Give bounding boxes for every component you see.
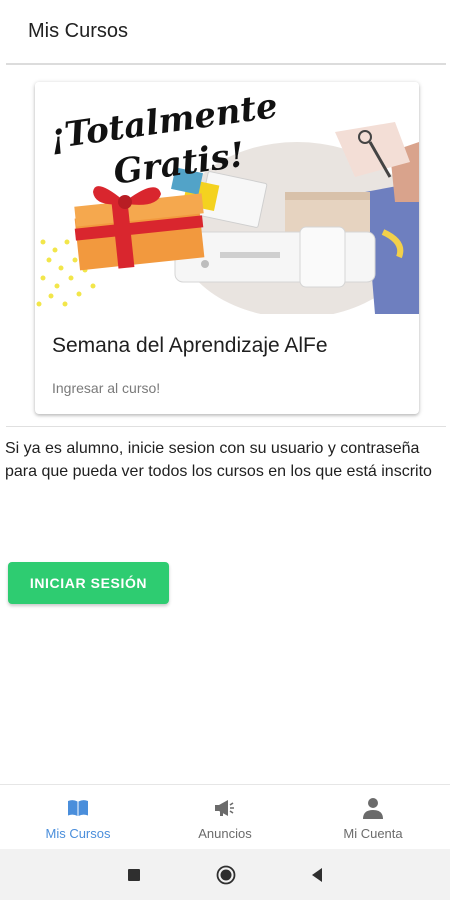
page-title: Mis Cursos: [28, 20, 129, 42]
book-icon: [68, 800, 88, 816]
app-screen: Mis Cursos ¡Totalmente Gratis! Semana de…: [0, 0, 450, 900]
home-circle-icon[interactable]: [216, 865, 236, 885]
course-title: Semana del Aprendizaje AlFe: [52, 334, 328, 357]
recents-square-icon[interactable]: [124, 865, 144, 885]
back-triangle-icon[interactable]: [308, 865, 328, 885]
enter-course-link[interactable]: Ingresar al curso!: [52, 380, 160, 396]
megaphone-icon: [215, 800, 234, 816]
content-divider: [6, 426, 446, 427]
nav-item-anuncios[interactable]: Anuncios: [150, 785, 300, 849]
login-button[interactable]: INICIAR SESIÓN: [8, 562, 169, 604]
nav-label: Anuncios: [198, 826, 252, 841]
app-bar-divider: [6, 63, 446, 65]
bottom-navigation: Mis Cursos Anuncios Mi Cuenta: [0, 784, 450, 848]
person-icon: [363, 798, 383, 819]
nav-label: Mi Cuenta: [343, 826, 403, 841]
course-card[interactable]: ¡Totalmente Gratis! Semana del Aprendiza…: [35, 82, 419, 414]
system-navigation-bar: [0, 849, 450, 900]
nav-item-mi-cuenta[interactable]: Mi Cuenta: [298, 785, 448, 849]
app-bar: Mis Cursos: [0, 0, 450, 64]
nav-label: Mis Cursos: [45, 826, 111, 841]
nav-item-mis-cursos[interactable]: Mis Cursos: [3, 785, 153, 849]
course-banner-image: ¡Totalmente Gratis!: [35, 82, 419, 314]
login-info-text: Si ya es alumno, inicie sesion con su us…: [5, 440, 432, 480]
